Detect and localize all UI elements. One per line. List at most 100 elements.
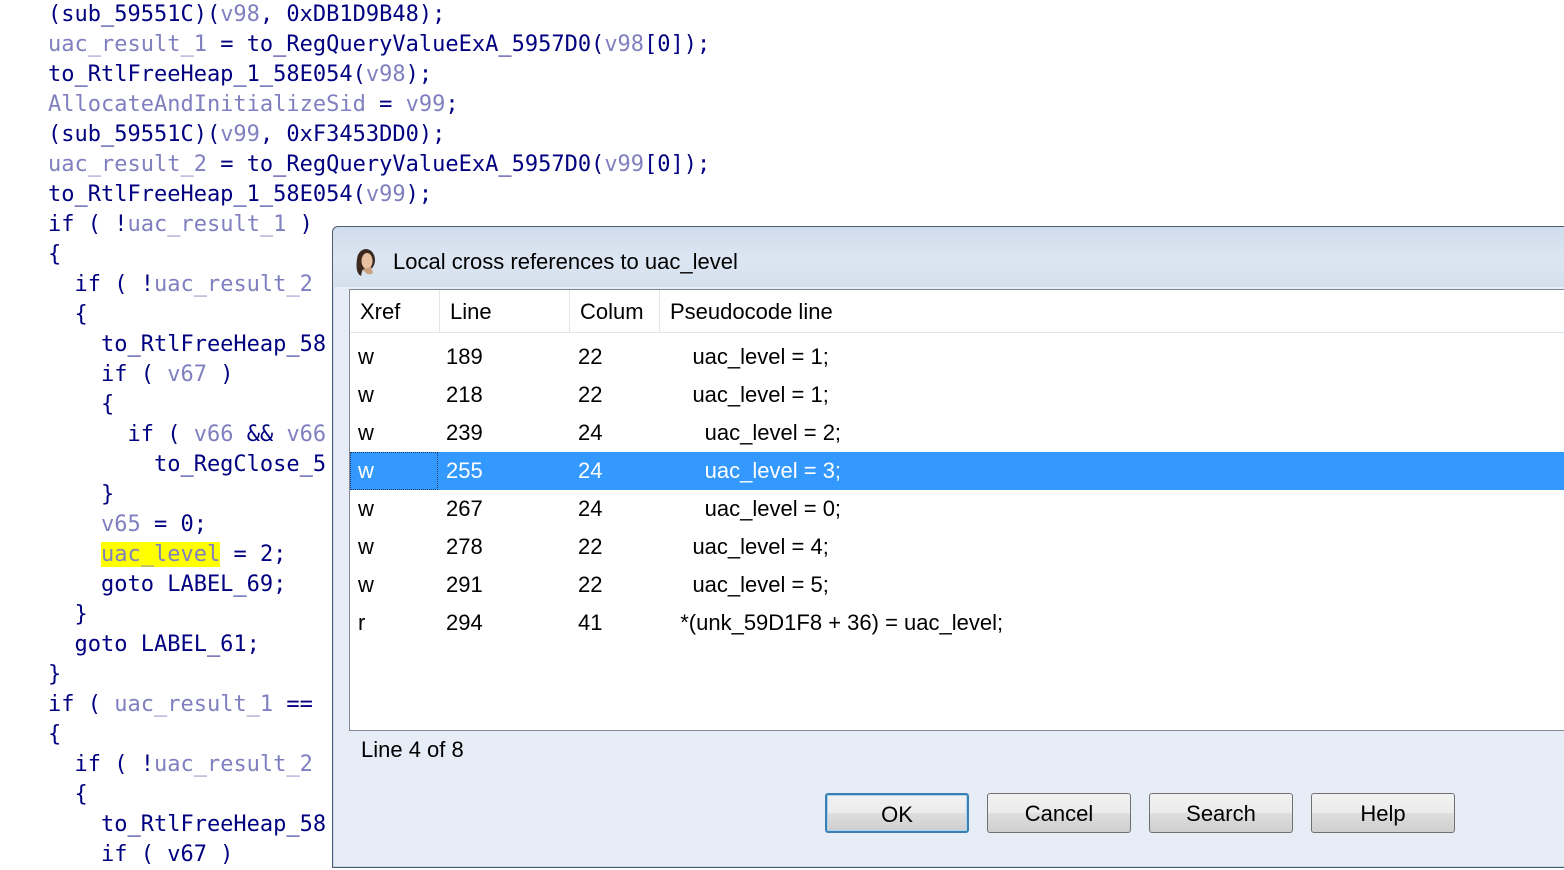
xref-cell: w: [358, 420, 374, 445]
table-row[interactable]: r 294 41 *(unk_59D1F8 + 36) = uac_level;: [350, 604, 1564, 642]
code-line[interactable]: {: [48, 720, 61, 750]
code-token: {: [48, 722, 62, 747]
code-line[interactable]: to_RtlFreeHeap_1_58E054(v98);: [48, 60, 432, 90]
highlighted-identifier: uac_level: [100, 542, 221, 567]
pseudocode-cell: uac_level = 2;: [668, 420, 842, 445]
cancel-button[interactable]: Cancel: [987, 793, 1131, 833]
xref-cell: w: [358, 534, 374, 559]
code-line[interactable]: if ( v67 ): [48, 360, 234, 390]
code-line[interactable]: if ( !uac_result_2: [48, 270, 312, 300]
code-token: v98: [365, 62, 406, 87]
line-cell: 278: [446, 534, 483, 559]
pseudocode-cell: uac_level = 1;: [668, 382, 829, 407]
code-token: if ( !: [48, 752, 154, 777]
code-line[interactable]: (sub_59551C)(v98, 0xDB1D9B48);: [48, 0, 445, 30]
table-row[interactable]: w 255 24 uac_level = 3;: [350, 452, 1564, 490]
dialog-title: Local cross references to uac_level: [393, 249, 738, 274]
code-line[interactable]: if ( v67 ): [48, 840, 233, 870]
code-line[interactable]: goto LABEL_61;: [48, 630, 260, 660]
code-token: = to_RegQueryValueExA_5957D0(: [206, 152, 605, 177]
code-line[interactable]: goto LABEL_69;: [48, 570, 286, 600]
code-line[interactable]: {: [48, 780, 88, 810]
code-token: v98: [220, 2, 260, 27]
code-line[interactable]: v65 = 0;: [48, 510, 207, 540]
code-line[interactable]: to_RtlFreeHeap_1_58E054(v99);: [48, 180, 432, 210]
table-row[interactable]: w 239 24 uac_level = 2;: [350, 414, 1564, 452]
xref-cell: w: [358, 344, 374, 369]
table-row[interactable]: w 267 24 uac_level = 0;: [350, 490, 1564, 528]
dialog-titlebar[interactable]: Local cross references to uac_level: [333, 227, 1564, 287]
code-line[interactable]: }: [48, 600, 87, 630]
code-token: if (: [48, 692, 115, 717]
code-token: v99: [220, 122, 260, 147]
code-token: {: [48, 242, 62, 267]
table-row[interactable]: w 291 22 uac_level = 5;: [350, 566, 1564, 604]
code-line[interactable]: uac_level = 2;: [48, 540, 286, 570]
ok-button[interactable]: OK: [825, 793, 969, 833]
xref-cell: w: [350, 452, 438, 490]
code-line[interactable]: {: [48, 390, 114, 420]
code-token: to_RtlFreeHeap_1_58E054(: [48, 182, 366, 207]
xref-dialog: Local cross references to uac_level Xref…: [332, 226, 1564, 868]
code-token: = to_RegQueryValueExA_5957D0(: [206, 32, 605, 57]
code-token: goto LABEL_69;: [48, 572, 287, 597]
code-token: );: [405, 182, 433, 207]
code-line[interactable]: {: [48, 300, 87, 330]
code-line[interactable]: uac_result_2 = to_RegQueryValueExA_5957D…: [48, 150, 710, 180]
column-cell: 22: [578, 572, 603, 597]
code-token: uac_result_1: [114, 692, 274, 717]
xref-cell: w: [358, 572, 374, 597]
code-token: if (: [48, 362, 168, 387]
code-line[interactable]: {: [48, 240, 61, 270]
code-token: ==: [273, 692, 313, 717]
code-line[interactable]: }: [48, 480, 114, 510]
xref-cell: r: [358, 610, 366, 635]
column-header-line[interactable]: Line: [440, 290, 570, 332]
table-row[interactable]: w 218 22 uac_level = 1;: [350, 376, 1564, 414]
column-cell: 24: [578, 420, 603, 445]
code-token: if (: [48, 422, 194, 447]
search-button[interactable]: Search: [1149, 793, 1293, 833]
column-cell: 22: [578, 382, 603, 407]
code-line[interactable]: }: [48, 660, 61, 690]
code-line[interactable]: AllocateAndInitializeSid = v99;: [48, 90, 459, 120]
code-token: &&: [233, 422, 287, 447]
code-token: uac_result_1: [127, 212, 287, 237]
code-token: {: [48, 392, 115, 417]
code-token: {: [48, 782, 88, 807]
code-line[interactable]: to_RtlFreeHeap_58: [48, 330, 326, 360]
column-header-xref[interactable]: Xref: [350, 290, 440, 332]
pseudocode-cell: uac_level = 4;: [668, 534, 829, 559]
code-token: if ( !: [48, 272, 154, 297]
code-line[interactable]: if ( v66 && v66: [48, 420, 326, 450]
code-line[interactable]: to_RtlFreeHeap_58: [48, 810, 326, 840]
code-token: goto LABEL_61;: [48, 632, 260, 657]
code-line[interactable]: if ( uac_result_1 ==: [48, 690, 313, 720]
table-row[interactable]: w 278 22 uac_level = 4;: [350, 528, 1564, 566]
code-token: (sub_59551C)(: [48, 122, 221, 147]
code-token: [0]);: [644, 152, 711, 177]
xref-cell: w: [358, 496, 374, 521]
xref-list[interactable]: Xref Line Colum Pseudocode line w 189 22 u…: [349, 289, 1564, 731]
code-line[interactable]: if ( !uac_result_2: [48, 750, 312, 780]
line-cell: 239: [446, 420, 483, 445]
code-token: to_RegClose_5: [48, 452, 327, 477]
ida-app-icon: [356, 249, 375, 276]
code-line[interactable]: to_RegClose_5: [48, 450, 326, 480]
column-header-column[interactable]: Colum: [570, 290, 660, 332]
column-header-pseudocode[interactable]: Pseudocode line: [660, 290, 1564, 332]
code-line[interactable]: if ( !uac_result_1 ): [48, 210, 313, 240]
code-line[interactable]: (sub_59551C)(v99, 0xF3453DD0);: [48, 120, 445, 150]
column-cell: 24: [578, 458, 603, 483]
code-token: v99: [604, 152, 645, 177]
line-cell: 189: [446, 344, 483, 369]
code-line[interactable]: uac_result_1 = to_RegQueryValueExA_5957D…: [48, 30, 710, 60]
column-cell: 24: [578, 496, 603, 521]
code-token: v67: [167, 362, 207, 387]
code-token: v66: [193, 422, 234, 447]
code-token: );: [405, 62, 433, 87]
help-button[interactable]: Help: [1311, 793, 1455, 833]
code-token: v98: [604, 32, 645, 57]
table-row[interactable]: w 189 22 uac_level = 1;: [350, 338, 1564, 376]
code-token: if ( !: [48, 212, 128, 237]
